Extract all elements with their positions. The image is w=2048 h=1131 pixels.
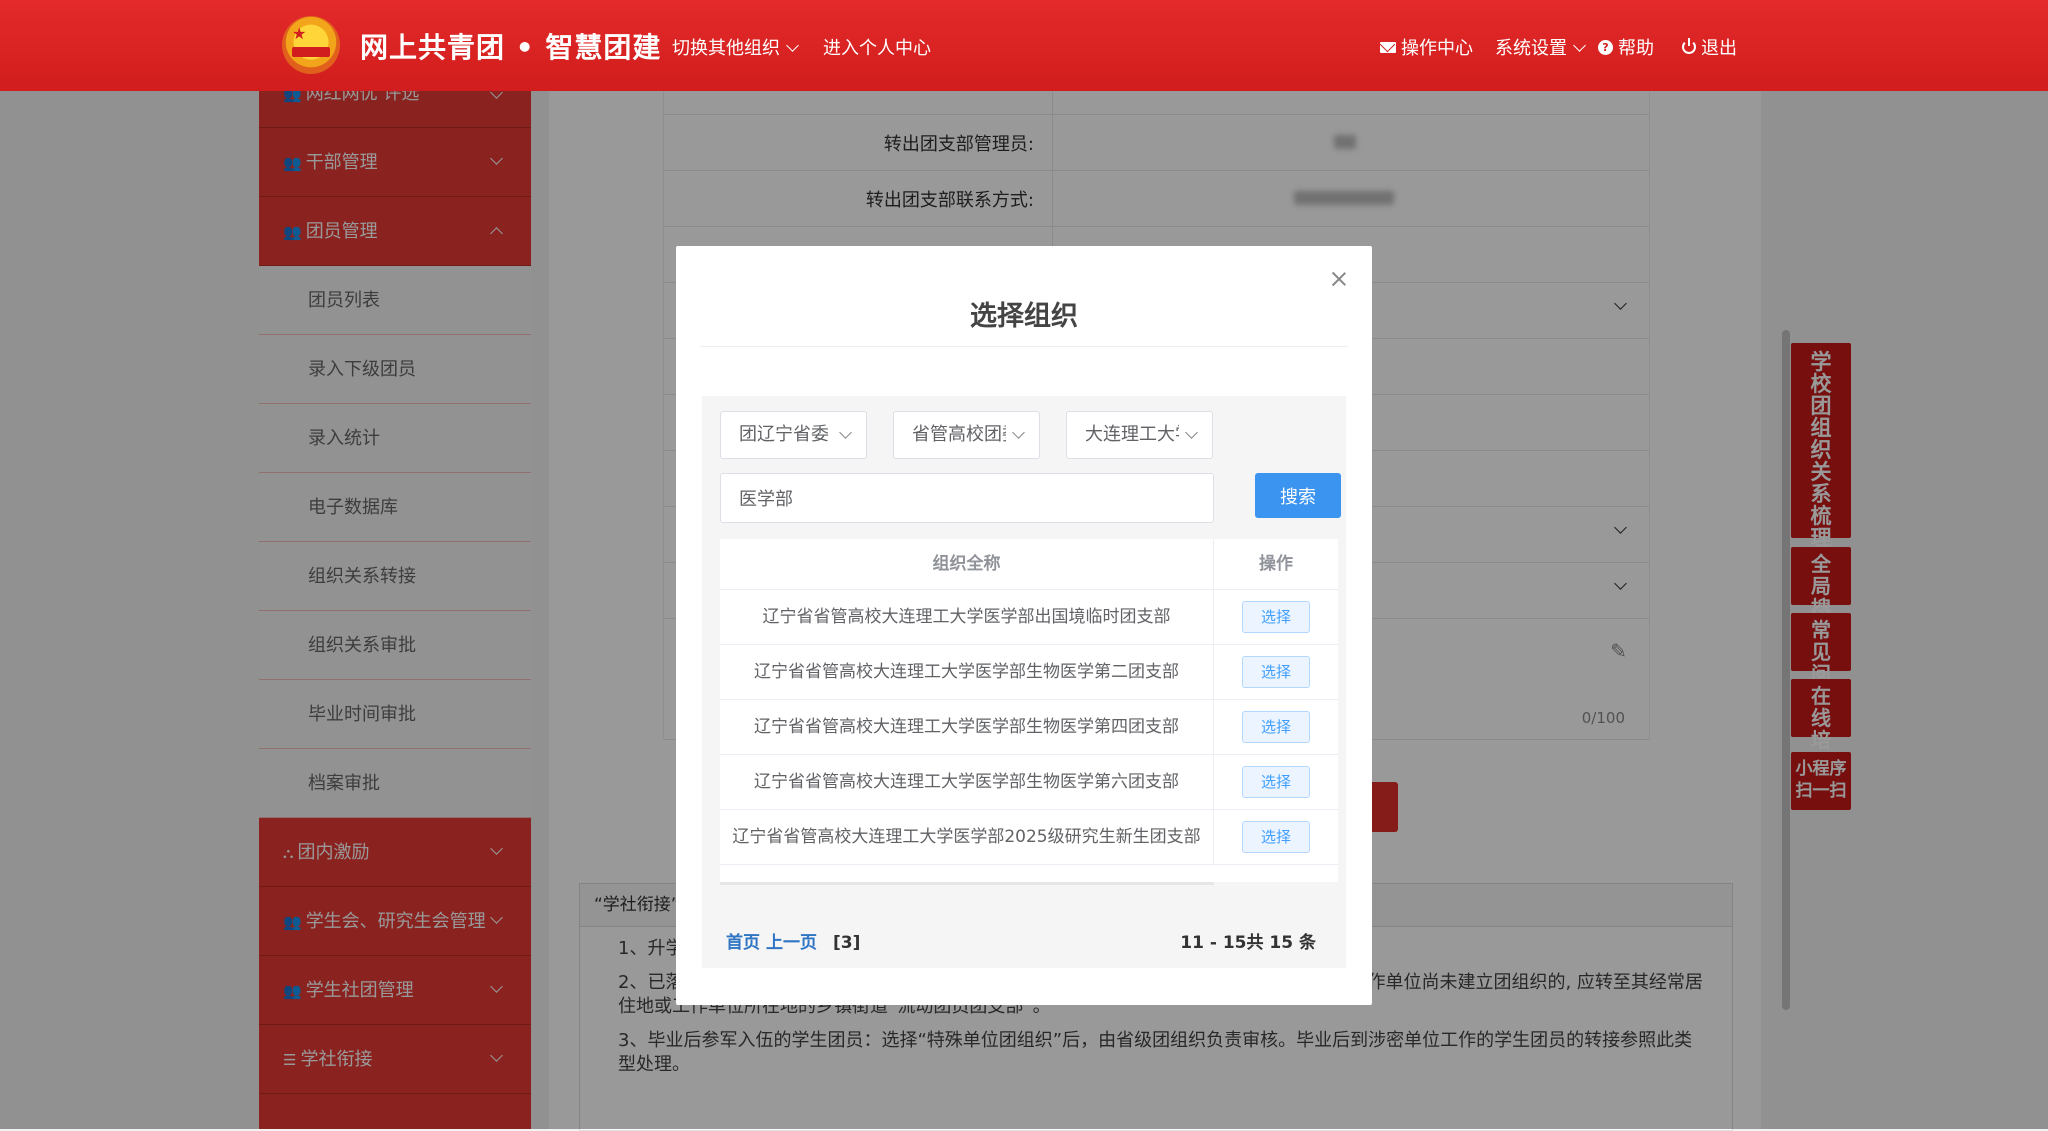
university-select-value: 大连理工大学 [1085, 424, 1179, 445]
chevron-down-icon [786, 39, 799, 52]
org-name-cell: 辽宁省省管高校大连理工大学医学部生物医学第四团支部 [720, 700, 1214, 754]
select-org-button[interactable]: 选择 [1242, 821, 1310, 853]
personal-center-link[interactable]: 进入个人中心 [823, 34, 931, 60]
system-settings-menu[interactable]: 系统设置 [1495, 34, 1586, 60]
logout-label: 退出 [1701, 38, 1737, 59]
province-select[interactable]: 团辽宁省委 [720, 411, 867, 459]
table-horizontal-scrollbar[interactable] [720, 882, 1214, 885]
help-link[interactable]: ? 帮助 [1598, 34, 1654, 60]
select-org-button[interactable]: 选择 [1242, 711, 1310, 743]
col-org-name: 组织全称 [720, 539, 1214, 589]
dialog-title: 选择组织 [970, 301, 1078, 332]
brand-title: 网上共青团 • 智慧团建 [360, 31, 662, 64]
youth-league-logo-icon: ★ [282, 16, 340, 74]
switch-org-label: 切换其他组织 [672, 38, 780, 59]
pagination: 首页 上一页 [3] [726, 928, 860, 953]
prev-page-link[interactable]: 上一页 [766, 933, 817, 953]
org-name-cell: 辽宁省省管高校大连理工大学医学部出国境临时团支部 [720, 590, 1214, 644]
top-header: ★ 网上共青团 • 智慧团建 切换其他组织 进入个人中心 操作中心 系统设置 ?… [0, 0, 2048, 91]
school-committee-select-value: 省管高校团委 [912, 424, 1006, 445]
mail-icon [1380, 41, 1396, 53]
school-committee-select[interactable]: 省管高校团委 [893, 411, 1040, 459]
logout-link[interactable]: 退出 [1682, 34, 1737, 60]
table-row: 辽宁省省管高校大连理工大学医学部生物医学第六团支部 选择 [720, 755, 1338, 810]
first-page-link[interactable]: 首页 [726, 933, 760, 953]
switch-org-menu[interactable]: 切换其他组织 [672, 34, 799, 60]
select-org-button[interactable]: 选择 [1242, 601, 1310, 633]
chevron-down-icon [1185, 426, 1198, 439]
select-org-button[interactable]: 选择 [1242, 766, 1310, 798]
table-row: 辽宁省省管高校大连理工大学医学部出国境临时团支部 选择 [720, 590, 1338, 645]
org-name-cell: 辽宁省省管高校大连理工大学医学部2025级研究生新生团支部 [720, 810, 1214, 864]
chevron-down-icon [1573, 39, 1586, 52]
chevron-down-icon [1012, 426, 1025, 439]
chevron-down-icon [839, 426, 852, 439]
dialog-body: 团辽宁省委 省管高校团委 大连理工大学 搜索 组织全称 操作 辽宁省省管高校大连… [702, 396, 1346, 968]
record-range: 11 - 15共 15 条 [1180, 933, 1316, 953]
col-operation: 操作 [1259, 554, 1293, 574]
table-row: 辽宁省省管高校大连理工大学医学部生物医学第二团支部 选择 [720, 645, 1338, 700]
university-select[interactable]: 大连理工大学 [1066, 411, 1213, 459]
operation-center-link[interactable]: 操作中心 [1380, 34, 1473, 60]
help-label: 帮助 [1618, 38, 1654, 59]
org-name-cell: 辽宁省省管高校大连理工大学医学部生物医学第六团支部 [720, 755, 1214, 809]
close-icon[interactable] [1330, 270, 1348, 288]
power-icon [1682, 38, 1696, 54]
system-settings-label: 系统设置 [1495, 38, 1567, 59]
table-row: 辽宁省省管高校大连理工大学医学部2025级研究生新生团支部 选择 [720, 810, 1338, 865]
org-table: 组织全称 操作 辽宁省省管高校大连理工大学医学部出国境临时团支部 选择 辽宁省省… [720, 539, 1338, 882]
help-icon: ? [1598, 39, 1613, 55]
select-org-dialog: 选择组织 团辽宁省委 省管高校团委 大连理工大学 搜索 组织全称 操作 辽宁省省… [676, 246, 1372, 1005]
province-select-value: 团辽宁省委 [739, 424, 829, 445]
select-org-button[interactable]: 选择 [1242, 656, 1310, 688]
operation-center-label: 操作中心 [1401, 38, 1473, 59]
org-name-cell: 辽宁省省管高校大连理工大学医学部生物医学第二团支部 [720, 645, 1214, 699]
current-page: [3] [833, 933, 861, 953]
table-row: 辽宁省省管高校大连理工大学医学部生物医学第四团支部 选择 [720, 700, 1338, 755]
search-button[interactable]: 搜索 [1255, 473, 1341, 518]
org-search-input[interactable] [720, 473, 1214, 523]
table-header: 组织全称 操作 [720, 539, 1338, 590]
dialog-divider [700, 346, 1348, 347]
